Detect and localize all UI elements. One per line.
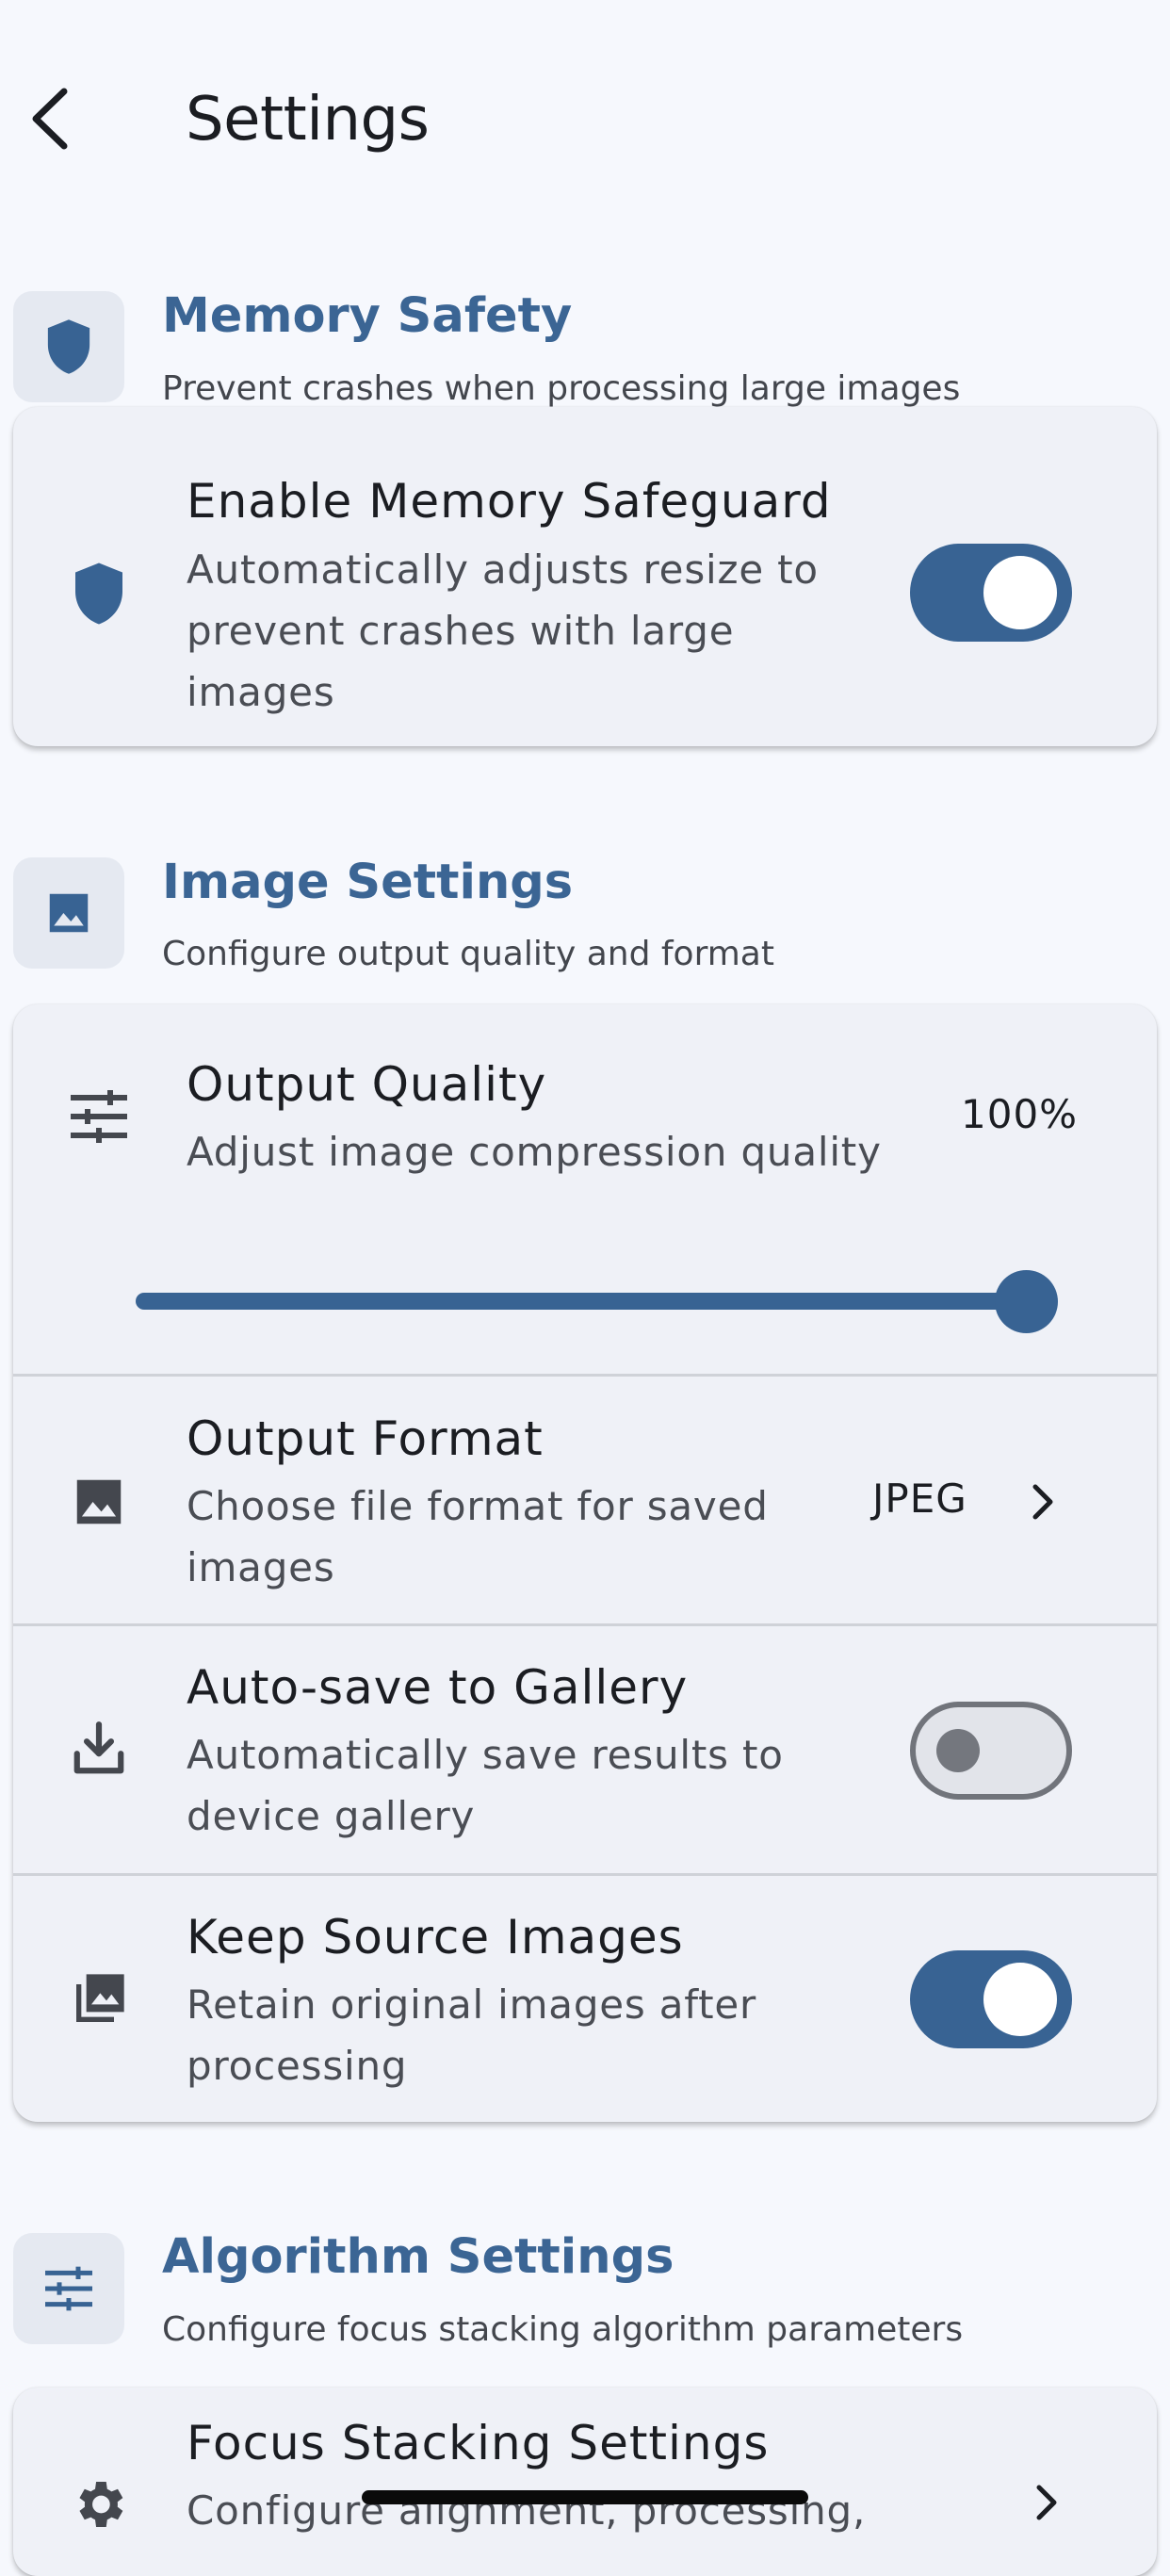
format-row-icon <box>66 1470 132 1534</box>
gear-icon <box>79 2482 123 2527</box>
quality-slider-thumb[interactable] <box>995 1270 1058 1333</box>
memory-section-icon-box <box>13 291 124 402</box>
section-subtitle-image: Configure output quality and format <box>162 935 774 973</box>
divider <box>13 1623 1157 1626</box>
divider <box>13 1374 1157 1377</box>
autosave-row-icon <box>66 1717 132 1781</box>
section-subtitle-algorithm: Configure focus stacking algorithm param… <box>162 2310 964 2349</box>
toggle-knob <box>936 1729 980 1772</box>
autosave-toggle[interactable] <box>910 1702 1072 1800</box>
chevron-right-icon <box>1036 2485 1057 2520</box>
chevron-right-icon <box>1032 1484 1053 1520</box>
focus-description: Configure alignment, processing, <box>187 2487 867 2534</box>
toggle-knob <box>983 1963 1057 2036</box>
image-icon <box>76 1479 122 1524</box>
safeguard-toggle[interactable] <box>910 544 1072 642</box>
format-description: Choose file format for saved images <box>187 1483 769 1590</box>
keep-source-toggle[interactable] <box>910 1950 1072 2048</box>
format-selector[interactable]: JPEG <box>857 1466 1074 1538</box>
tune-icon <box>71 1090 127 1143</box>
quality-row-icon <box>66 1084 132 1149</box>
quality-description: Adjust image compression quality <box>187 1129 882 1175</box>
divider <box>13 1873 1157 1876</box>
tune-icon <box>44 2266 92 2311</box>
download-icon <box>73 1721 124 1774</box>
keep-source-description: Retain original images after processing <box>187 1981 757 2089</box>
keep-source-title: Keep Source Images <box>187 1910 684 1965</box>
section-title-image: Image Settings <box>162 855 574 910</box>
toggle-knob <box>983 556 1057 629</box>
format-title: Output Format <box>187 1411 544 1466</box>
section-title-memory: Memory Safety <box>162 288 573 344</box>
focus-row-icon <box>66 2474 132 2533</box>
page-title: Settings <box>186 85 430 155</box>
format-value: JPEG <box>872 1475 967 1522</box>
quality-slider-track[interactable] <box>136 1293 1025 1310</box>
keep-source-row-icon <box>66 1967 132 2031</box>
section-subtitle-memory: Prevent crashes when processing large im… <box>162 369 961 408</box>
chevron-left-icon <box>32 88 68 150</box>
focus-title: Focus Stacking Settings <box>187 2416 770 2470</box>
shield-icon <box>75 562 122 625</box>
home-indicator <box>362 2490 808 2504</box>
autosave-title: Auto-save to Gallery <box>187 1660 689 1715</box>
image-section-icon-box <box>13 857 124 969</box>
image-icon <box>49 893 89 933</box>
section-title-algorithm: Algorithm Settings <box>162 2229 674 2285</box>
quality-value: 100% <box>961 1091 1079 1137</box>
shield-icon <box>47 319 90 374</box>
quality-title: Output Quality <box>187 1057 547 1112</box>
back-button[interactable] <box>21 83 77 155</box>
algorithm-section-icon-box <box>13 2233 124 2344</box>
safeguard-row-icon <box>66 558 132 629</box>
safeguard-description: Automatically adjusts resize to prevent … <box>187 546 819 715</box>
autosave-description: Automatically save results to device gal… <box>187 1732 784 1839</box>
safeguard-title: Enable Memory Safeguard <box>187 474 832 529</box>
photo-library-icon <box>76 1974 124 2022</box>
